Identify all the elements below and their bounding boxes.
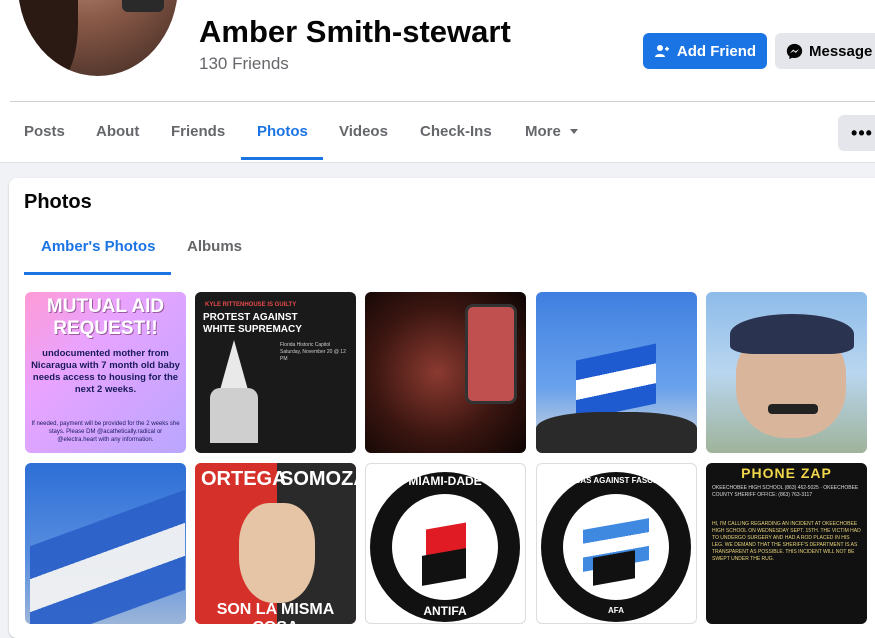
tab-about[interactable]: About <box>96 102 139 162</box>
avatar-hair <box>18 0 78 76</box>
photo-tile[interactable]: PHONE ZAP OKEECHOBEE HIGH SCHOOL (863) 4… <box>706 463 867 624</box>
photo-caption-body: HI, I'M CALLING REGARDING AN INCIDENT AT… <box>712 521 861 562</box>
message-label: Message <box>809 42 873 60</box>
profile-header: Amber Smith-stewart 130 Friends Add Frie… <box>0 0 875 163</box>
photo-caption-footer: If needed, payment will be provided for … <box>31 421 180 443</box>
more-dots-icon: ••• <box>851 122 873 143</box>
subtab-albums[interactable]: Albums <box>187 238 242 255</box>
logo-bottom-text: AFA <box>608 606 624 615</box>
photo-caption-title: MUTUAL AID REQUEST!! <box>46 296 165 339</box>
photo-caption-info: Florida Historic Capitol Saturday, Novem… <box>280 342 346 362</box>
subtab-ambers-photos[interactable]: Amber's Photos <box>41 238 155 255</box>
poster-label-left: ORTEGA <box>201 468 287 490</box>
friend-count[interactable]: 130 Friends <box>199 54 289 74</box>
hood-figure <box>220 340 248 390</box>
add-friend-label: Add Friend <box>676 42 757 60</box>
tab-check-ins[interactable]: Check-Ins <box>420 102 492 162</box>
photo-caption-sub: OKEECHOBEE HIGH SCHOOL (863) 462-5025 · … <box>712 485 859 498</box>
poster-label-right: SOMOZA <box>280 468 356 490</box>
messenger-icon <box>786 43 803 59</box>
effigy-cap <box>730 314 854 354</box>
effigy-mustache <box>768 404 818 414</box>
photos-title: Photos <box>24 191 92 213</box>
photo-caption-small: KYLE RITTENHOUSE IS GUILTY <box>205 302 297 308</box>
tab-more-label: More <box>525 123 561 140</box>
profile-avatar[interactable] <box>14 0 182 80</box>
photo-tile[interactable] <box>25 463 186 624</box>
logo-ring: MIAMI-DADE ANTIFA <box>370 472 520 622</box>
photo-caption-title: PROTEST AGAINST WHITE SUPREMACY <box>203 312 302 335</box>
photo-tile[interactable]: MUTUAL AID REQUEST!! undocumented mother… <box>25 292 186 453</box>
tab-videos[interactable]: Videos <box>339 102 388 162</box>
profile-name[interactable]: Amber Smith-stewart <box>199 14 511 50</box>
logo-top-text: NICAS AGAINST FASCIST <box>566 476 666 485</box>
photos-card: Photos Amber's Photos Albums MUTUAL AID … <box>9 178 875 638</box>
tab-more[interactable]: More <box>525 102 579 162</box>
tab-friends[interactable]: Friends <box>171 102 225 162</box>
tab-photos[interactable]: Photos <box>257 102 308 162</box>
logo-top-text: MIAMI-DADE <box>408 474 482 488</box>
message-button[interactable]: Message <box>775 33 875 69</box>
photo-tile[interactable]: KYLE RITTENHOUSE IS GUILTY PROTEST AGAIN… <box>195 292 356 453</box>
logo-ring: NICAS AGAINST FASCIST AFA <box>541 472 691 622</box>
logo-flag-black <box>422 548 466 586</box>
photo-caption-title: PHONE ZAP <box>741 465 832 481</box>
photo-tile[interactable] <box>536 292 697 453</box>
photo-tile[interactable]: ORTEGA SOMOZA SON LA MISMA COSA <box>195 463 356 624</box>
robe-figure <box>210 388 258 443</box>
logo-inner <box>392 494 498 600</box>
logo-bottom-text: ANTIFA <box>423 604 467 618</box>
photo-tile[interactable]: MIAMI-DADE ANTIFA <box>365 463 526 624</box>
flag-shape <box>30 489 185 624</box>
flag-shape <box>576 343 656 421</box>
profile-tabs: Posts About Friends Photos Videos Check-… <box>10 102 830 162</box>
logo-flag-black <box>593 550 635 586</box>
logo-inner <box>563 494 669 600</box>
avatar-phone <box>122 0 164 12</box>
active-tab-indicator <box>241 157 323 160</box>
more-options-button[interactable]: ••• <box>838 115 875 151</box>
photo-tile[interactable] <box>365 292 526 453</box>
active-subtab-indicator <box>24 272 171 275</box>
add-friend-button[interactable]: Add Friend <box>643 33 767 69</box>
tab-posts[interactable]: Posts <box>24 102 65 162</box>
poster-footer: SON LA MISMA COSA <box>216 601 335 624</box>
photo-caption-body: undocumented mother from Nicaragua with … <box>31 348 180 395</box>
poster-face <box>239 503 315 603</box>
photo-tile[interactable]: NICAS AGAINST FASCIST AFA <box>536 463 697 624</box>
crowd-shape <box>536 412 697 453</box>
caret-down-icon <box>570 129 579 134</box>
header-shadow <box>0 162 875 163</box>
add-friend-icon <box>654 45 669 57</box>
phone-shape <box>465 304 517 404</box>
photo-tile[interactable] <box>706 292 867 453</box>
